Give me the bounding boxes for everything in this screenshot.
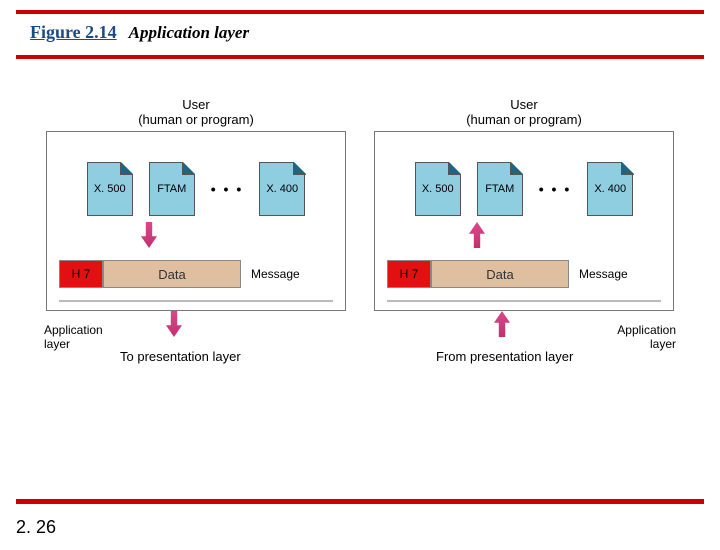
app-layer-label-left: Application layer — [44, 323, 103, 351]
protocol-doc: X. 500 — [415, 162, 461, 216]
page-number: 2. 26 — [16, 517, 56, 538]
message-label: Message — [251, 267, 300, 281]
ellipsis-icon: • • • — [211, 181, 243, 197]
h7-header-box: H 7 — [59, 260, 103, 288]
right-panel: User (human or program) X. 500 FTAM • • … — [374, 97, 674, 311]
arrow-up-icon — [494, 311, 510, 337]
protocol-doc: X. 400 — [259, 162, 305, 216]
protocol-doc: X. 400 — [587, 162, 633, 216]
message-row-right: H 7 Data Message — [387, 260, 661, 288]
protocol-row-right: X. 500 FTAM • • • X. 400 — [375, 162, 673, 216]
app-layer-box-left: X. 500 FTAM • • • X. 400 H 7 Data Messag… — [46, 131, 346, 311]
protocol-doc: X. 500 — [87, 162, 133, 216]
message-label: Message — [579, 267, 628, 281]
protocol-doc: FTAM — [477, 162, 523, 216]
dest-label-left: To presentation layer — [120, 349, 241, 364]
user-label-left: User (human or program) — [46, 97, 346, 127]
app-layer-box-right: X. 500 FTAM • • • X. 400 H 7 Data Messag… — [374, 131, 674, 311]
arrow-up-icon — [469, 222, 485, 248]
figure-number: Figure 2.14 — [30, 22, 117, 42]
left-panel: User (human or program) X. 500 FTAM • • … — [46, 97, 346, 311]
bottom-line — [387, 300, 661, 302]
ellipsis-icon: • • • — [539, 181, 571, 197]
diagram-container: User (human or program) X. 500 FTAM • • … — [0, 59, 720, 311]
app-layer-label-right: Application layer — [617, 323, 676, 351]
arrow-down-icon — [166, 311, 182, 337]
dest-label-right: From presentation layer — [436, 349, 573, 364]
figure-title: Application layer — [129, 23, 249, 42]
protocol-row-left: X. 500 FTAM • • • X. 400 — [47, 162, 345, 216]
h7-header-box: H 7 — [387, 260, 431, 288]
bottom-red-bar — [16, 499, 704, 504]
user-label-right: User (human or program) — [374, 97, 674, 127]
figure-header: Figure 2.14 Application layer — [0, 14, 720, 49]
message-row-left: H 7 Data Message — [59, 260, 333, 288]
data-box: Data — [431, 260, 569, 288]
data-box: Data — [103, 260, 241, 288]
arrow-down-icon — [141, 222, 157, 248]
bottom-line — [59, 300, 333, 302]
protocol-doc: FTAM — [149, 162, 195, 216]
